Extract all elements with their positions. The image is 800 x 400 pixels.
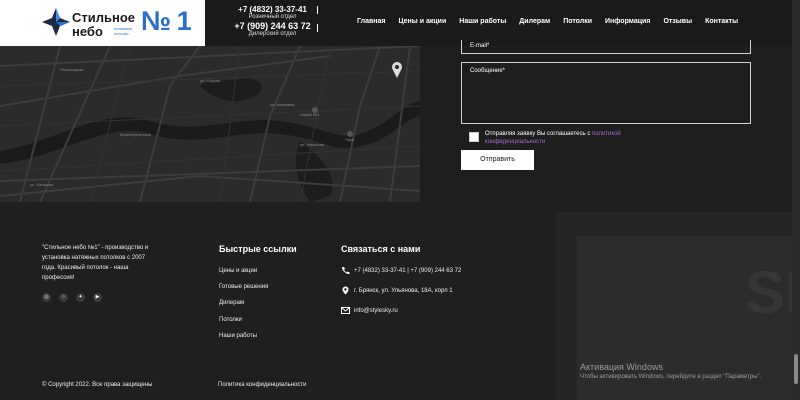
phone-retail-label: Розничный отдел: [248, 14, 297, 20]
youtube-icon[interactable]: ▶: [93, 293, 102, 302]
quick-links-title: Быстрые ссылки: [219, 244, 297, 254]
nav-item-home[interactable]: Главная: [357, 18, 385, 25]
divider: [317, 6, 318, 14]
map-canvas: ул. Седова Пешеходная ул. Калинина ул. У…: [0, 46, 420, 202]
location-pin-icon: [342, 286, 349, 295]
main-nav: Главная Цены и акции Наши работы Дилерам…: [357, 18, 751, 25]
logo-text-line2: небо: [72, 24, 103, 39]
nav-item-dealers[interactable]: Дилерам: [519, 18, 550, 25]
nav-item-prices[interactable]: Цены и акции: [398, 18, 446, 25]
svg-text:Парк: Парк: [345, 137, 354, 142]
svg-text:Лицей №1: Лицей №1: [300, 112, 320, 117]
phone-block: +7 (4832) 33-37-41 Розничный отдел +7 (9…: [225, 5, 320, 38]
nav-item-contacts[interactable]: Контакты: [705, 18, 738, 25]
consent-label: Отправляя заявку Вы соглашаетесь с полит…: [485, 130, 655, 146]
divider: [317, 24, 318, 32]
windows-activation-subtitle: Чтобы активировать Windows, перейдите в …: [580, 374, 762, 380]
quick-link-dealers[interactable]: Дилерам: [219, 300, 244, 306]
footer-about: "Стильное небо №1" - производство и уста…: [42, 245, 149, 281]
copyright: © Copyright 2022. Все права защищены: [42, 382, 153, 388]
mail-icon: [341, 307, 350, 314]
svg-text:ул. Седова: ул. Седова: [200, 78, 221, 83]
phone-dealer-label: Дилерский отдел: [248, 31, 297, 37]
nav-item-works[interactable]: Наши работы: [459, 18, 506, 25]
svg-text:ул. Ульянова: ул. Ульянова: [300, 142, 325, 147]
contact-title: Связаться с нами: [341, 244, 421, 254]
message-field-placeholder: Сообщение*: [470, 68, 505, 74]
quick-link-solutions[interactable]: Готовые решения: [219, 284, 268, 290]
twitter-icon[interactable]: ✦: [76, 293, 85, 302]
logo-tagline: натяжные потолки: [114, 26, 133, 36]
email-field-placeholder: E-mail*: [470, 43, 490, 49]
instagram-icon[interactable]: ◎: [42, 293, 51, 302]
submit-button[interactable]: Отправить: [461, 150, 534, 170]
quick-link-prices[interactable]: Цены и акции: [219, 268, 257, 274]
contact-address-row: г. Брянск, ул. Ульянова, 18А, корп 1: [341, 286, 453, 295]
consent-checkbox[interactable]: [469, 132, 479, 142]
phone-retail[interactable]: +7 (4832) 33-37-41: [225, 5, 320, 14]
social-links: ◎ ○ ✦ ▶: [42, 293, 110, 302]
quick-link-works[interactable]: Наши работы: [219, 333, 257, 339]
nav-item-ceilings[interactable]: Потолки: [563, 18, 592, 25]
svg-text:Краснофлотская: Краснофлотская: [120, 132, 151, 137]
contact-email[interactable]: info@stylesky.ru: [354, 308, 398, 314]
quick-link-ceilings[interactable]: Потолки: [219, 317, 242, 323]
email-field[interactable]: [461, 40, 751, 54]
map[interactable]: ул. Седова Пешеходная ул. Калинина ул. У…: [0, 46, 420, 202]
nav-item-reviews[interactable]: Отзывы: [663, 18, 692, 25]
svg-text:Пешеходная: Пешеходная: [60, 67, 83, 72]
scrollbar-thumb[interactable]: [794, 354, 798, 384]
consent-text: Отправляя заявку Вы соглашаетесь с: [485, 131, 592, 137]
nav-item-info[interactable]: Информация: [605, 18, 650, 25]
contact-phone-row: +7 (4832) 33-37-41 | +7 (909) 244 63 72: [341, 266, 461, 275]
logo-text-line1: Стильное: [72, 10, 136, 25]
logo[interactable]: Стильное небо натяжные потолки № 1: [0, 0, 205, 46]
svg-text:ул. Большая: ул. Большая: [30, 182, 53, 187]
contact-email-row: info@stylesky.ru: [341, 306, 398, 315]
svg-text:ул. Калинина: ул. Калинина: [270, 102, 295, 107]
phone-icon: [341, 267, 350, 275]
logo-number: № 1: [141, 6, 192, 36]
windows-activation-title: Активация Windows: [580, 362, 663, 372]
phone-dealer[interactable]: +7 (909) 244 63 72: [225, 21, 320, 31]
contact-address: г. Брянск, ул. Ульянова, 18А, корп 1: [354, 287, 453, 294]
odnoklassniki-icon[interactable]: ○: [59, 293, 68, 302]
logo-star-icon: [42, 8, 70, 36]
scrollbar[interactable]: [792, 0, 800, 400]
privacy-policy-footer-link[interactable]: Политика конфиденциальности: [218, 382, 307, 388]
contact-phone[interactable]: +7 (4832) 33-37-41 | +7 (909) 244 63 72: [354, 268, 461, 274]
